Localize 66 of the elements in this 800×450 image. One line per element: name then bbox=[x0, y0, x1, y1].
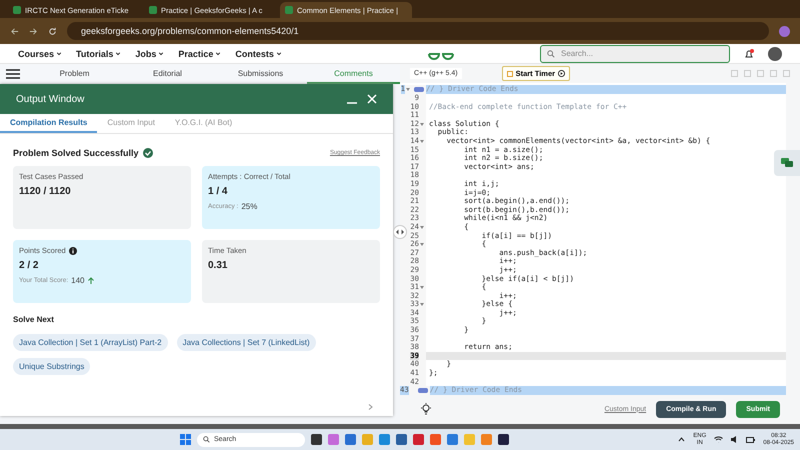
chevron-down-icon bbox=[158, 50, 164, 56]
speaker-icon[interactable] bbox=[731, 436, 738, 443]
problem-tab[interactable]: Submissions bbox=[214, 64, 307, 84]
bell-icon[interactable] bbox=[744, 48, 754, 58]
nav-menu-item[interactable]: Jobs bbox=[135, 48, 164, 58]
chevron-down-icon bbox=[56, 50, 62, 56]
user-avatar-icon[interactable] bbox=[768, 46, 782, 60]
problem-link[interactable]: Java Collection | Set 1 (ArrayList) Part-2 bbox=[13, 334, 168, 351]
fold-arrow-icon[interactable] bbox=[420, 303, 424, 306]
chat-bubbles-icon bbox=[781, 158, 793, 168]
lightbulb-icon[interactable] bbox=[420, 403, 432, 416]
back-arrow-icon[interactable] bbox=[10, 26, 19, 36]
taskbar-app-icon[interactable] bbox=[498, 434, 509, 445]
profile-avatar-icon[interactable] bbox=[779, 26, 790, 36]
section-heading: Solve Next bbox=[13, 315, 55, 324]
card-value: 1120 / 1120 bbox=[19, 186, 72, 197]
fold-arrow-icon[interactable] bbox=[420, 122, 424, 126]
fold-arrow-icon[interactable] bbox=[406, 88, 410, 92]
check-circle-icon bbox=[142, 148, 153, 158]
forward-arrow-icon[interactable] bbox=[29, 26, 38, 36]
problem-tab[interactable]: Problem bbox=[28, 64, 121, 84]
chevron-up-icon[interactable] bbox=[678, 437, 686, 442]
close-icon[interactable] bbox=[367, 94, 377, 104]
wifi-icon[interactable] bbox=[714, 436, 724, 443]
play-icon bbox=[558, 70, 566, 78]
fold-arrow-icon[interactable] bbox=[420, 286, 424, 289]
nav-menu-item[interactable]: Contests bbox=[235, 48, 282, 58]
reload-icon[interactable] bbox=[48, 26, 57, 36]
chevron-right-icon[interactable] bbox=[368, 404, 373, 410]
note-value: 140 bbox=[71, 276, 85, 285]
chevron-down-icon bbox=[215, 50, 222, 56]
nav-menu-item[interactable]: Courses bbox=[18, 48, 62, 58]
card-value: 1 / 4 bbox=[208, 186, 228, 197]
card-value: 2 / 2 bbox=[19, 260, 40, 271]
fold-arrow-icon[interactable] bbox=[420, 226, 424, 229]
status-text: Problem Solved Successfully bbox=[13, 148, 139, 158]
folded-code-icon[interactable] bbox=[418, 388, 428, 394]
card-value: 0.31 bbox=[208, 260, 228, 271]
timer-icon bbox=[506, 70, 513, 77]
taskbar-app-icon[interactable] bbox=[311, 434, 322, 445]
fold-arrow-icon[interactable] bbox=[420, 140, 424, 143]
chevron-down-icon bbox=[115, 50, 122, 56]
problem-link[interactable]: Java Collections | Set 7 (LinkedList) bbox=[176, 334, 316, 351]
start-icon[interactable] bbox=[180, 434, 191, 445]
folded-code-icon[interactable] bbox=[414, 87, 424, 92]
problem-link[interactable]: Unique Substrings bbox=[13, 358, 90, 375]
favicon-icon bbox=[13, 6, 21, 14]
drag-arrows-icon bbox=[396, 229, 404, 235]
search-icon bbox=[203, 436, 210, 443]
chevron-down-icon bbox=[276, 50, 282, 56]
favicon-icon bbox=[149, 6, 157, 14]
note-value: 25% bbox=[241, 202, 258, 211]
taskbar-app-icon[interactable] bbox=[396, 434, 407, 445]
search-icon bbox=[547, 50, 555, 58]
info-icon[interactable] bbox=[68, 246, 77, 254]
favicon-icon bbox=[285, 6, 293, 14]
problem-tab[interactable]: Editorial bbox=[121, 64, 214, 84]
battery-icon[interactable] bbox=[746, 436, 756, 442]
panel-title: Output Window bbox=[16, 94, 86, 104]
chat-button[interactable] bbox=[774, 150, 800, 176]
fold-arrow-icon[interactable] bbox=[420, 242, 424, 246]
nav-menu-item[interactable]: Practice bbox=[178, 48, 222, 58]
menu-icon[interactable] bbox=[6, 69, 20, 79]
nav-menu-item[interactable]: Tutorials bbox=[76, 48, 122, 58]
address-field[interactable]: geeksforgeeks.org/problems/common-elements5420/1 bbox=[67, 22, 769, 40]
output-tab[interactable]: Compilation Results bbox=[0, 114, 98, 133]
